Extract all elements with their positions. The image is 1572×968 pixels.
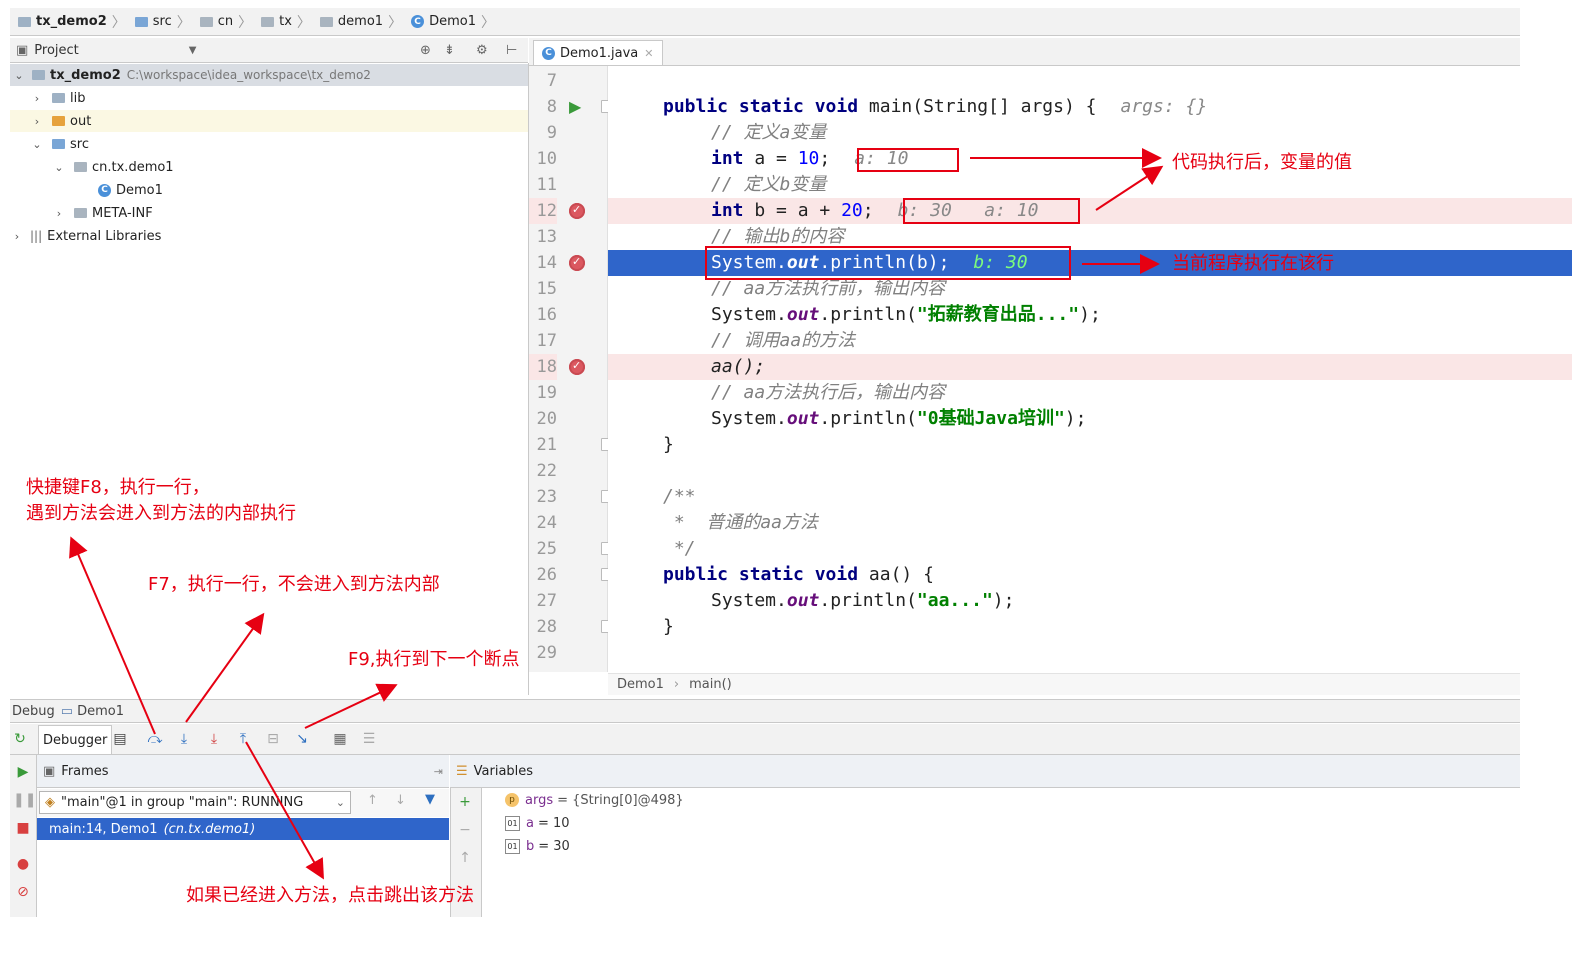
arrow-f9 (304, 683, 398, 729)
annotation-current-line: 当前程序执行在该行 (1172, 253, 1334, 274)
arrow-f7 (185, 612, 265, 723)
annotation-arrows (69, 148, 1164, 880)
arrow-f8 (69, 536, 156, 735)
annotation-f9: F9,执行到下一个断点 (348, 649, 520, 670)
arrow-to-value-note (1095, 165, 1164, 211)
annotation-f8-line2: 遇到方法会进入到方法的内部执行 (26, 503, 296, 524)
arrow-step-out (245, 741, 324, 880)
annotation-f7: F7，执行一行，不会进入到方法内部 (148, 574, 440, 595)
annotation-f8-line1: 快捷键F8，执行一行， (26, 477, 210, 498)
annotation-step-out: 如果已经进入方法，点击跳出该方法 (186, 885, 474, 906)
annotation-value-note: 代码执行后，变量的值 (1172, 152, 1352, 173)
